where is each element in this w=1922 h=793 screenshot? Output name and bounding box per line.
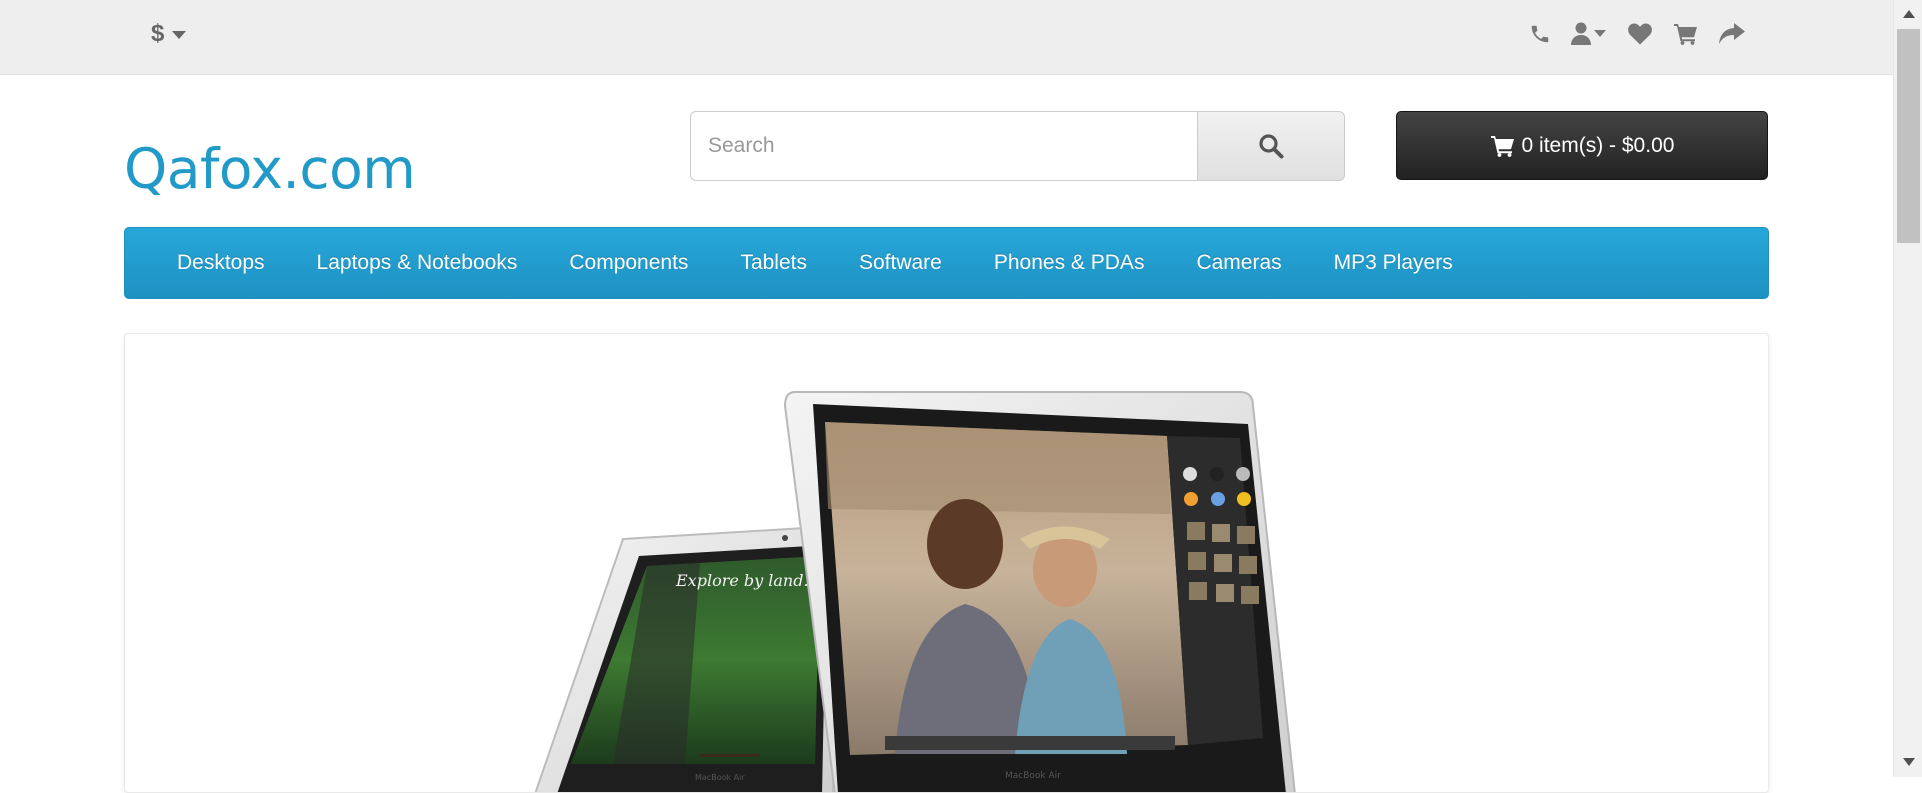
back-laptop: Explore by land. MacBook Air <box>534 524 840 792</box>
search-bar <box>690 111 1345 181</box>
currency-dropdown[interactable]: $ <box>151 18 187 50</box>
top-bar: $ <box>0 0 1893 75</box>
scroll-up-arrow-icon[interactable] <box>1903 10 1915 18</box>
front-laptop: MacBook Air <box>783 391 1296 792</box>
wishlist-link[interactable] <box>1620 18 1660 50</box>
share-icon <box>1719 23 1745 44</box>
main-menu: Desktops Laptops & Notebooks Components … <box>124 227 1769 299</box>
cart-total-label: 0 item(s) - $0.00 <box>1521 133 1675 157</box>
cart-button[interactable]: 0 item(s) - $0.00 <box>1396 111 1768 180</box>
heart-icon <box>1628 23 1652 45</box>
user-icon <box>1570 22 1591 45</box>
scrollbar-thumb[interactable] <box>1897 29 1920 243</box>
cart-icon <box>1674 24 1697 45</box>
phone-link[interactable] <box>1520 18 1560 50</box>
checkout-link[interactable] <box>1712 18 1752 50</box>
slideshow-banner[interactable]: Explore by land. MacBook Air MacBook Air <box>124 333 1769 793</box>
menu-item-components[interactable]: Components <box>547 227 710 299</box>
menu-item-cameras[interactable]: Cameras <box>1174 227 1303 299</box>
caret-down-icon <box>1593 30 1606 37</box>
screen-text: Explore by land. <box>675 571 809 590</box>
menu-item-laptops-notebooks[interactable]: Laptops & Notebooks <box>295 227 540 299</box>
search-button[interactable] <box>1197 111 1345 181</box>
search-input[interactable] <box>690 111 1197 181</box>
shopping-cart-link[interactable] <box>1666 18 1706 50</box>
scroll-down-arrow-icon[interactable] <box>1903 758 1915 766</box>
currency-symbol: $ <box>151 20 165 47</box>
phone-icon <box>1531 25 1549 43</box>
menu-item-software[interactable]: Software <box>837 227 964 299</box>
back-laptop-brand: MacBook Air <box>695 773 745 782</box>
macbook-air-image: Explore by land. MacBook Air MacBook Air <box>534 391 1296 792</box>
page-scrollbar[interactable] <box>1893 0 1922 777</box>
menu-item-tablets[interactable]: Tablets <box>718 227 829 299</box>
top-links <box>1520 18 1752 50</box>
front-laptop-brand: MacBook Air <box>1005 771 1061 781</box>
my-account-link[interactable] <box>1564 18 1612 50</box>
menu-item-mp3-players[interactable]: MP3 Players <box>1312 227 1475 299</box>
caret-down-icon <box>172 31 187 39</box>
menu-item-desktops[interactable]: Desktops <box>155 227 287 299</box>
logo[interactable]: Qafox.com <box>124 142 416 197</box>
menu-item-phones-pdas[interactable]: Phones & PDAs <box>972 227 1167 299</box>
search-icon <box>1259 134 1284 159</box>
cart-icon <box>1490 135 1514 157</box>
